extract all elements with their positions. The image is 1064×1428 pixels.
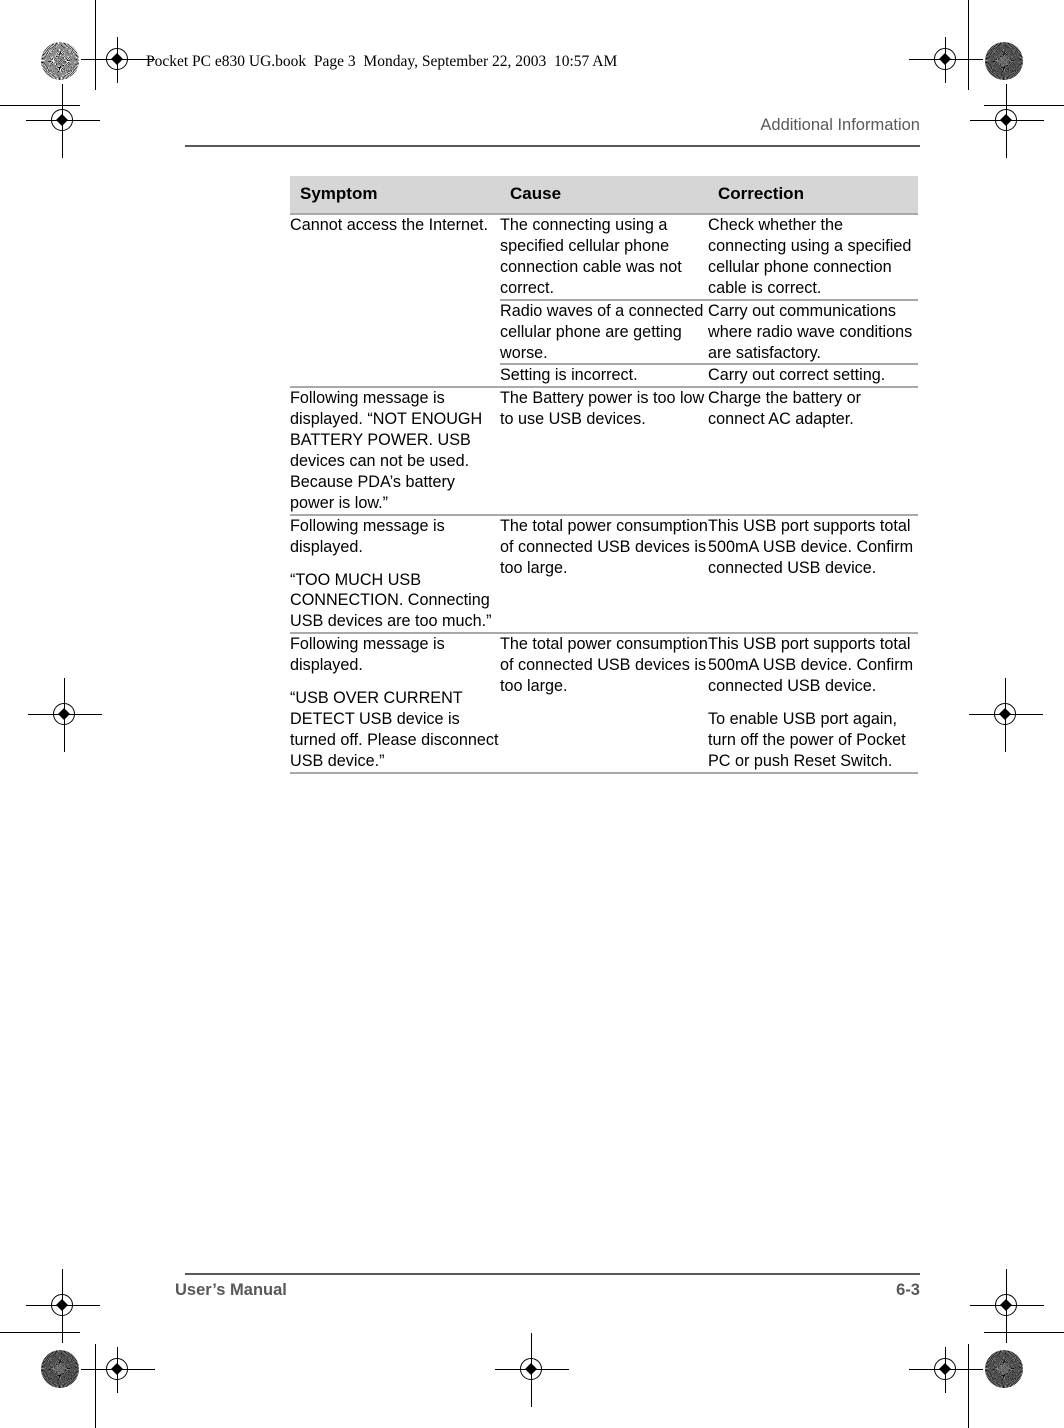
table-bottom-cell: [290, 771, 500, 775]
table-bottom-cell: [500, 771, 708, 775]
cell-cause: The total power consumption of connected…: [500, 513, 708, 634]
column-header-correction: Correction: [708, 176, 918, 215]
cell-cause: The Battery power is too low to use USB …: [500, 386, 708, 515]
footer-page-number: 6-3: [896, 1281, 920, 1299]
column-header-cause: Cause: [500, 176, 708, 215]
manual-page: Pocket PC e830 UG.book Page 3 Monday, Se…: [0, 0, 1064, 1428]
cell-cause: Radio waves of a connected cellular phon…: [500, 298, 708, 365]
symptom-paragraph: Following message is displayed.: [290, 516, 445, 556]
table-bottom-cell: [708, 771, 918, 775]
correction-paragraph: To enable USB port again, turn off the p…: [708, 709, 906, 770]
cause-paragraph: The total power consumption of connected…: [500, 516, 708, 577]
cell-correction: This USB port supports total 500mA USB d…: [708, 513, 918, 634]
correction-paragraph: Carry out communications where radio wav…: [708, 301, 913, 362]
troubleshooting-table: Symptom Cause Correction Cannot access t…: [290, 176, 918, 775]
cell-correction: This USB port supports total 500mA USB d…: [708, 632, 918, 773]
cell-symptom: Following message is displayed. “USB OVE…: [290, 632, 500, 773]
cell-correction: Check whether the connecting using a spe…: [708, 213, 918, 300]
cause-paragraph: The Battery power is too low to use USB …: [500, 389, 705, 429]
cell-cause: The total power consumption of connected…: [500, 632, 708, 773]
symptom-paragraph: Following message is displayed.: [290, 635, 445, 675]
footer-rule: [185, 1273, 920, 1275]
symptom-paragraph: “USB OVER CURRENT DETECT USB device is t…: [290, 688, 499, 770]
cell-symptom: Following message is displayed. “NOT ENO…: [290, 386, 500, 515]
table-bottom-border: [290, 771, 918, 775]
symptom-paragraph: “TOO MUCH USB CONNECTION. Connecting USB…: [290, 570, 492, 631]
cell-correction: Carry out correct setting.: [708, 363, 918, 388]
column-header-symptom: Symptom: [290, 176, 500, 215]
cause-paragraph: Setting is incorrect.: [500, 366, 638, 385]
table-header-row: Symptom Cause Correction: [290, 176, 918, 215]
book-file-stamp: Pocket PC e830 UG.book Page 3 Monday, Se…: [146, 53, 618, 70]
cause-paragraph: The connecting using a specified cellula…: [500, 216, 682, 297]
cause-paragraph: The total power consumption of connected…: [500, 635, 708, 695]
correction-paragraph: This USB port supports total 500mA USB d…: [708, 516, 914, 577]
correction-paragraph: This USB port supports total 500mA USB d…: [708, 635, 914, 695]
table-body: Cannot access the Internet. The connecti…: [290, 213, 918, 775]
cell-cause: Setting is incorrect.: [500, 363, 708, 388]
symptom-paragraph: Following message is displayed. “NOT ENO…: [290, 389, 483, 512]
cell-correction: Carry out communications where radio wav…: [708, 298, 918, 365]
running-header-title: Additional Information: [760, 116, 920, 134]
correction-paragraph: Charge the battery or connect AC adapter…: [708, 389, 861, 429]
cell-symptom: Following message is displayed. “TOO MUC…: [290, 513, 500, 634]
table-row: Following message is displayed. “USB OVE…: [290, 632, 918, 773]
correction-paragraph: Carry out correct setting.: [708, 366, 886, 385]
cell-correction: Charge the battery or connect AC adapter…: [708, 386, 918, 515]
correction-paragraph: Check whether the connecting using a spe…: [708, 216, 912, 297]
table-row: Following message is displayed. “NOT ENO…: [290, 386, 918, 515]
symptom-paragraph: Cannot access the Internet.: [290, 216, 488, 235]
cause-paragraph: Radio waves of a connected cellular phon…: [500, 301, 704, 362]
header-rule: [185, 145, 920, 147]
table-row: Cannot access the Internet. The connecti…: [290, 213, 918, 388]
table-row: Following message is displayed. “TOO MUC…: [290, 513, 918, 634]
cell-cause: The connecting using a specified cellula…: [500, 213, 708, 300]
cell-symptom: Cannot access the Internet.: [290, 213, 500, 388]
